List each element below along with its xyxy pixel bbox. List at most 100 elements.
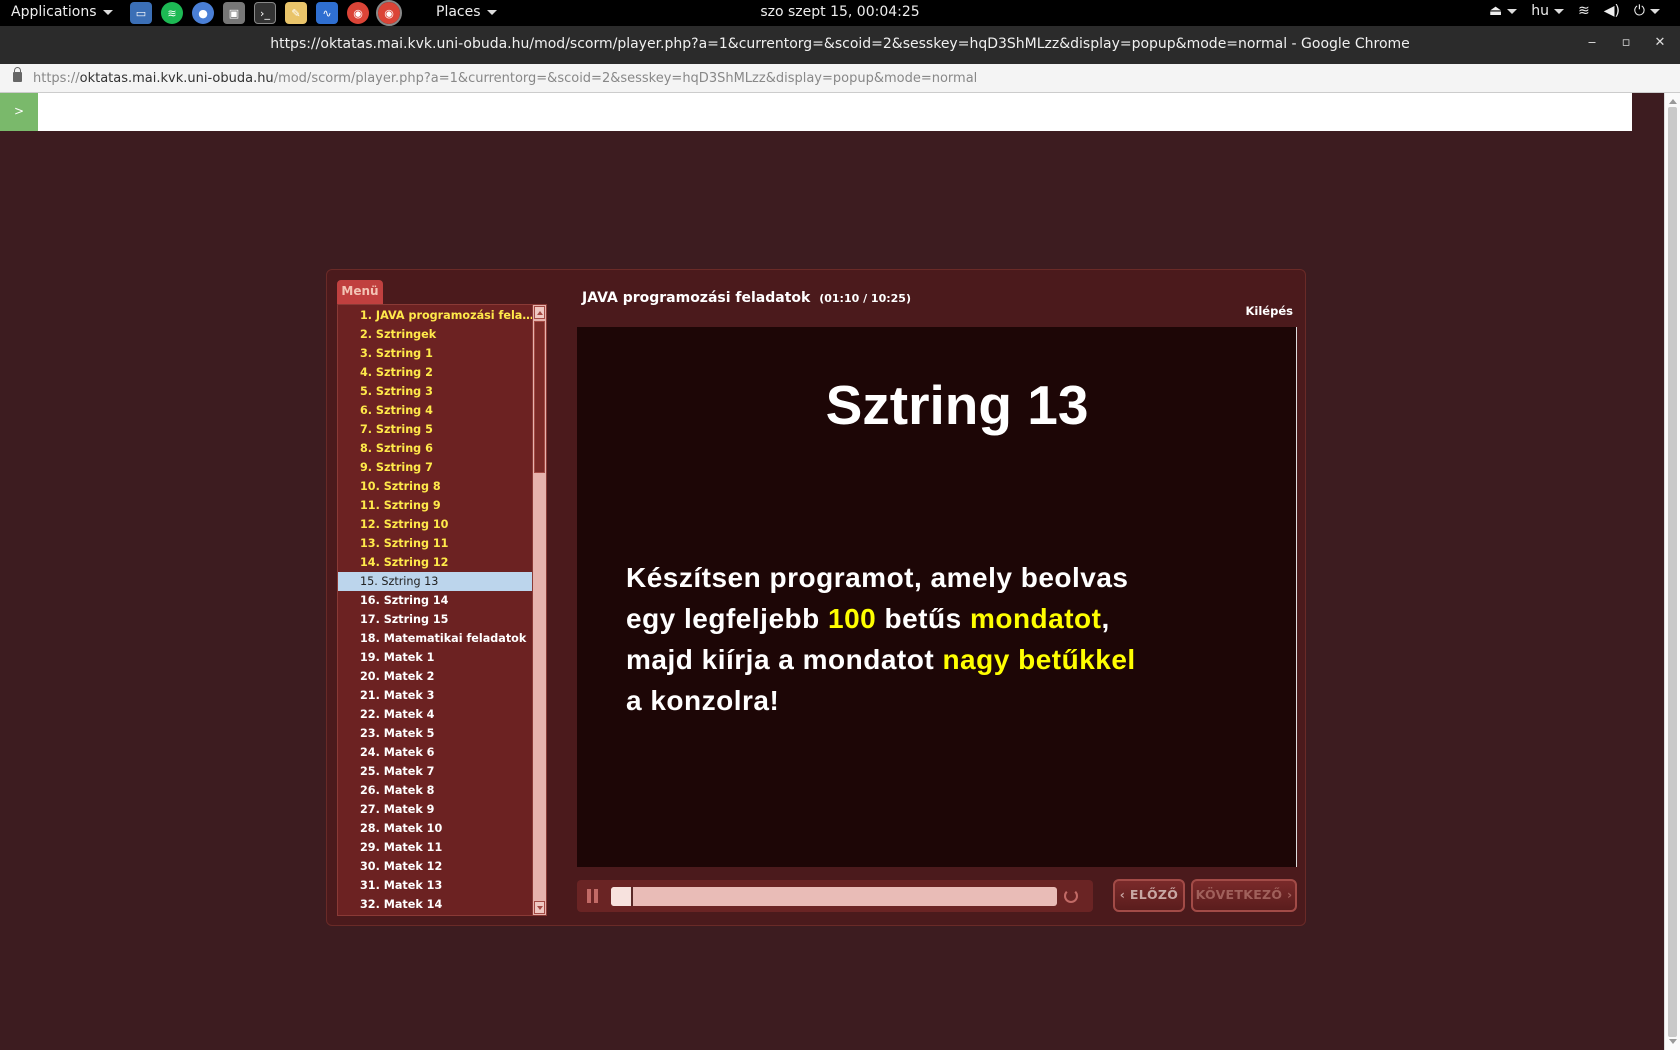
- menu-item[interactable]: 4. Sztring 2: [338, 363, 537, 382]
- menu-scroll-up-icon[interactable]: [534, 306, 545, 319]
- menu-item[interactable]: 15. Sztring 13: [338, 572, 537, 591]
- page-content: > Menü 1. JAVA programozási felada... 2. …: [0, 93, 1680, 1050]
- keyboard-layout-menu[interactable]: hu: [1531, 3, 1564, 19]
- course-title-bar: JAVA programozási feladatok (01:10 / 10:…: [582, 290, 911, 306]
- menu-item[interactable]: 5. Sztring 3: [338, 382, 537, 401]
- menu-panel: 1. JAVA programozási felada... 2. Sztring…: [337, 304, 547, 916]
- menu-scrollbar[interactable]: [532, 305, 546, 915]
- url-scheme: https://: [33, 71, 80, 86]
- slide-line-3: majd kiírja a mondatot nagy betűkkel: [626, 639, 1246, 680]
- menu-item[interactable]: 23. Matek 5: [338, 724, 537, 743]
- scorm-player: Menü 1. JAVA programozási felada... 2. Sz…: [326, 269, 1306, 926]
- menu-item[interactable]: 26. Matek 8: [338, 781, 537, 800]
- pause-icon[interactable]: [587, 889, 599, 903]
- progress-bar[interactable]: [611, 887, 1057, 906]
- slide-line-2: egy legfeljebb 100 betűs mondatot,: [626, 598, 1246, 639]
- places-label: Places: [436, 4, 481, 20]
- menu-tab[interactable]: Menü: [337, 280, 383, 304]
- progress-fill: [611, 887, 634, 906]
- menu-item[interactable]: 24. Matek 6: [338, 743, 537, 762]
- slide-line-4: a konzolra!: [626, 685, 780, 716]
- menu-list: 1. JAVA programozási felada... 2. Sztring…: [338, 305, 537, 915]
- menu-item[interactable]: 14. Sztring 12: [338, 553, 537, 572]
- applications-menu[interactable]: Applications: [11, 4, 113, 20]
- page-scrollbar[interactable]: [1664, 93, 1680, 1050]
- menu-item[interactable]: 6. Sztring 4: [338, 401, 537, 420]
- menu-item[interactable]: 1. JAVA programozási felada...: [338, 306, 537, 325]
- menu-item[interactable]: 10. Sztring 8: [338, 477, 537, 496]
- menu-item[interactable]: 8. Sztring 6: [338, 439, 537, 458]
- spotify-icon[interactable]: ≋: [161, 2, 183, 24]
- menu-item[interactable]: 22. Matek 4: [338, 705, 537, 724]
- menu-item[interactable]: 21. Matek 3: [338, 686, 537, 705]
- slide-title: Sztring 13: [825, 374, 1089, 436]
- status-area: ⏏ hu ≋ ◀) ⏻: [1489, 3, 1660, 19]
- menu-item[interactable]: 16. Sztring 14: [338, 591, 537, 610]
- slide-text: majd kiírja a mondatot: [626, 644, 943, 675]
- chevron-down-icon: [486, 9, 497, 15]
- chrome-icon[interactable]: ◉: [347, 2, 369, 24]
- menu-item[interactable]: 3. Sztring 1: [338, 344, 537, 363]
- menu-scroll-thumb[interactable]: [534, 321, 545, 473]
- scroll-down-icon[interactable]: [1669, 1039, 1677, 1044]
- menu-item[interactable]: 29. Matek 11: [338, 838, 537, 857]
- applications-label: Applications: [11, 4, 97, 20]
- top-panel: Applications ▭ ≋ ● ▣ ›_ ✎ ∿ ◉ ◉ Places s…: [0, 0, 1680, 26]
- maximize-icon[interactable]: ▫: [1620, 35, 1632, 51]
- slide-line-1: Készítsen programot, amely beolvas: [626, 562, 1129, 593]
- lock-icon[interactable]: [13, 67, 22, 82]
- next-button[interactable]: KÖVETKEZŐ ›: [1191, 879, 1297, 912]
- chevron-down-icon: [1553, 8, 1564, 14]
- menu-item[interactable]: 18. Matematikai feladatok: [338, 629, 537, 648]
- address-bar[interactable]: https://oktatas.mai.kvk.uni-obuda.hu/mod…: [0, 64, 1680, 93]
- slide: Sztring 13 Készítsen programot, amely be…: [577, 327, 1297, 867]
- menu-item[interactable]: 13. Sztring 11: [338, 534, 537, 553]
- scroll-thumb[interactable]: [1668, 107, 1677, 1037]
- window-titlebar: https://oktatas.mai.kvk.uni-obuda.hu/mod…: [0, 26, 1680, 64]
- menu-item[interactable]: 9. Sztring 7: [338, 458, 537, 477]
- scroll-up-icon[interactable]: [1669, 99, 1677, 104]
- eject-menu[interactable]: ⏏: [1489, 3, 1518, 19]
- menu-item[interactable]: 30. Matek 12: [338, 857, 537, 876]
- terminal-icon[interactable]: ›_: [254, 2, 276, 24]
- menu-item[interactable]: 20. Matek 2: [338, 667, 537, 686]
- toc-toggle-button[interactable]: >: [0, 93, 38, 131]
- minimize-icon[interactable]: ‒: [1586, 35, 1598, 51]
- system-monitor-icon[interactable]: ∿: [316, 2, 338, 24]
- menu-item[interactable]: 19. Matek 1: [338, 648, 537, 667]
- system-menu[interactable]: ⏻: [1634, 3, 1660, 19]
- text-editor-icon[interactable]: ✎: [285, 2, 307, 24]
- menu-scroll-down-icon[interactable]: [534, 901, 545, 914]
- replay-icon[interactable]: [1064, 889, 1078, 903]
- menu-item[interactable]: 17. Sztring 15: [338, 610, 537, 629]
- close-icon[interactable]: ✕: [1654, 35, 1666, 51]
- menu-item[interactable]: 25. Matek 7: [338, 762, 537, 781]
- menu-item[interactable]: 32. Matek 14: [338, 895, 537, 914]
- places-menu[interactable]: Places: [436, 4, 497, 20]
- chevron-down-icon: [1650, 8, 1660, 14]
- keyboard-layout-label: hu: [1531, 3, 1549, 19]
- window-controls: ‒ ▫ ✕: [1586, 35, 1666, 51]
- url-path: /mod/scorm/player.php?a=1&currentorg=&sc…: [273, 71, 978, 86]
- url-text[interactable]: https://oktatas.mai.kvk.uni-obuda.hu/mod…: [33, 71, 977, 86]
- slide-highlight: mondatot: [969, 603, 1102, 634]
- menu-item[interactable]: 7. Sztring 5: [338, 420, 537, 439]
- menu-item[interactable]: 31. Matek 13: [338, 876, 537, 895]
- url-host: oktatas.mai.kvk.uni-obuda.hu: [79, 71, 274, 86]
- slide-text: betűs: [876, 603, 970, 634]
- slide-text: ,: [1101, 603, 1110, 634]
- toc-toggle-bar: [0, 93, 1632, 131]
- chromium-icon[interactable]: ●: [192, 2, 214, 24]
- chrome-active-icon[interactable]: ◉: [376, 0, 402, 26]
- menu-item[interactable]: 11. Sztring 9: [338, 496, 537, 515]
- menu-item[interactable]: 2. Sztringek: [338, 325, 537, 344]
- menu-item[interactable]: 27. Matek 9: [338, 800, 537, 819]
- menu-item[interactable]: 28. Matek 10: [338, 819, 537, 838]
- volume-icon[interactable]: ◀): [1604, 3, 1620, 19]
- desktop-icon[interactable]: ▭: [130, 2, 152, 24]
- exit-link[interactable]: Kilépés: [1246, 304, 1293, 318]
- previous-button[interactable]: ‹ ELŐZŐ: [1113, 879, 1185, 912]
- menu-item[interactable]: 12. Sztring 10: [338, 515, 537, 534]
- wifi-icon[interactable]: ≋: [1578, 3, 1590, 19]
- archive-icon[interactable]: ▣: [223, 2, 245, 24]
